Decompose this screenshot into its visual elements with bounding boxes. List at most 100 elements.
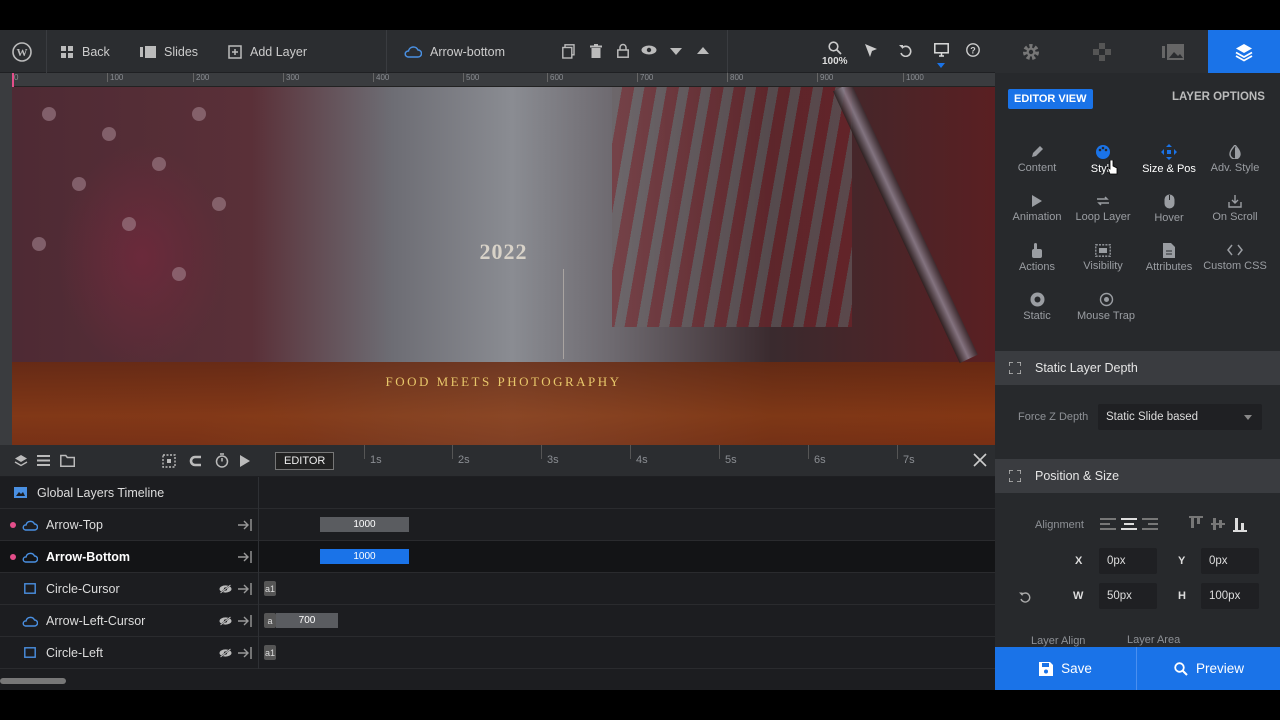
horizontal-scrollbar[interactable]: [0, 678, 66, 684]
polka-dot: [152, 157, 166, 171]
editor-view-button[interactable]: EDITOR VIEW: [1008, 89, 1093, 109]
layer-timing-bar[interactable]: 1000: [320, 517, 409, 532]
option-visibility[interactable]: Visibility: [1070, 240, 1136, 272]
option-actions[interactable]: Actions: [1004, 240, 1070, 273]
layer-row[interactable]: Circle-Cursor a1: [0, 573, 995, 605]
wordpress-logo-button[interactable]: W: [12, 30, 32, 73]
collapse-arrow-icon[interactable]: [238, 583, 252, 595]
layer-timing-bar[interactable]: 1000: [320, 549, 409, 564]
collapse-arrow-icon[interactable]: [238, 615, 252, 627]
section-position-size[interactable]: Position & Size: [995, 459, 1280, 493]
chevron-down-icon: [1244, 415, 1252, 420]
close-icon[interactable]: [972, 452, 988, 468]
desktop-icon[interactable]: [934, 43, 949, 57]
eye-off-icon[interactable]: [219, 648, 232, 658]
align-right-icon[interactable]: [1142, 518, 1158, 530]
select-area-icon[interactable]: [162, 454, 176, 468]
layer-name: Circle-Cursor: [46, 582, 120, 596]
arrow-up-icon[interactable]: [697, 47, 709, 54]
tab-slide[interactable]: [1137, 30, 1208, 73]
save-label: Save: [1061, 661, 1092, 676]
tab-navigation[interactable]: [1066, 30, 1137, 73]
slide-tagline[interactable]: FOOD MEETS PHOTOGRAPHY: [12, 374, 995, 390]
option-label: On Scroll: [1212, 211, 1258, 223]
polka-dot: [212, 197, 226, 211]
undo-icon[interactable]: [899, 43, 913, 57]
trash-icon[interactable]: [590, 44, 602, 58]
force-z-select[interactable]: Static Slide based: [1098, 404, 1262, 430]
eye-off-icon[interactable]: [219, 584, 232, 594]
layer-timing-bar[interactable]: 700: [276, 613, 338, 628]
collapse-arrow-icon[interactable]: [238, 647, 252, 659]
add-layer-button[interactable]: Add Layer: [228, 30, 307, 73]
w-input[interactable]: 50px: [1099, 583, 1157, 609]
mouse-cursor-icon: [1106, 159, 1119, 179]
editor-badge[interactable]: EDITOR: [275, 452, 335, 470]
divider-line[interactable]: [563, 269, 564, 359]
align-center-icon[interactable]: [1121, 518, 1137, 530]
option-adv-style[interactable]: Adv. Style: [1202, 142, 1268, 174]
tab-settings[interactable]: [995, 30, 1066, 73]
option-mouse-trap[interactable]: Mouse Trap: [1073, 289, 1139, 322]
cursor-icon[interactable]: [865, 44, 877, 58]
y-label: Y: [1178, 555, 1186, 567]
polka-dot: [192, 107, 206, 121]
save-button[interactable]: Save: [995, 647, 1137, 690]
option-size-pos[interactable]: Size & Pos: [1136, 142, 1202, 175]
section-static-depth[interactable]: Static Layer Depth: [995, 351, 1280, 385]
folder-icon[interactable]: [60, 454, 75, 467]
collapse-arrow-icon[interactable]: [238, 551, 252, 563]
layer-row[interactable]: Arrow-Left-Cursor a 700: [0, 605, 995, 637]
eye-icon[interactable]: [641, 45, 657, 55]
align-left-icon[interactable]: [1100, 518, 1116, 530]
magnet-icon[interactable]: [189, 454, 203, 468]
option-style[interactable]: Style: [1070, 142, 1136, 175]
h-input[interactable]: 100px: [1201, 583, 1259, 609]
option-label: Loop Layer: [1075, 211, 1131, 223]
current-layer-selector[interactable]: Arrow-bottom: [404, 30, 505, 73]
reset-icon[interactable]: [1019, 591, 1031, 603]
lock-icon[interactable]: [617, 43, 629, 58]
layer-row[interactable]: Arrow-Top 1000: [0, 509, 995, 541]
stopwatch-icon[interactable]: [215, 453, 229, 468]
preview-button[interactable]: Preview: [1138, 647, 1280, 690]
slide-canvas[interactable]: 2022 FOOD MEETS PHOTOGRAPHY: [12, 87, 995, 445]
back-button[interactable]: Back: [60, 30, 110, 73]
tab-layers[interactable]: [1208, 30, 1280, 73]
play-icon[interactable]: [240, 455, 250, 467]
align-middle-icon[interactable]: [1211, 516, 1225, 532]
palette-icon: [1070, 142, 1136, 162]
align-bottom-icon[interactable]: [1233, 516, 1247, 532]
option-on-scroll[interactable]: On Scroll: [1202, 191, 1268, 223]
x-input[interactable]: 0px: [1099, 548, 1157, 574]
option-static[interactable]: Static: [1004, 289, 1070, 322]
slide-year[interactable]: 2022: [12, 239, 995, 265]
option-animation[interactable]: Animation: [1004, 191, 1070, 223]
keyframe-marker[interactable]: a1: [264, 645, 276, 660]
arrow-down-icon[interactable]: [670, 48, 682, 55]
layer-options-title: LAYER OPTIONS: [1172, 91, 1265, 103]
list-icon[interactable]: [37, 455, 50, 466]
zoom-icon[interactable]: [828, 41, 842, 55]
layer-row[interactable]: Circle-Left a1: [0, 637, 995, 669]
option-loop-layer[interactable]: Loop Layer: [1070, 191, 1136, 223]
keyframe-marker[interactable]: a1: [264, 581, 276, 596]
keyframe-marker[interactable]: a: [264, 613, 276, 628]
option-content[interactable]: Content: [1004, 142, 1070, 174]
eye-off-icon[interactable]: [219, 616, 232, 626]
collapse-arrow-icon[interactable]: [238, 519, 252, 531]
y-input[interactable]: 0px: [1201, 548, 1259, 574]
global-layers-row[interactable]: Global Layers Timeline: [0, 477, 995, 509]
timeline-second: 7s: [897, 445, 915, 466]
option-custom-css[interactable]: Custom CSS: [1202, 240, 1268, 272]
layer-row-selected[interactable]: Arrow-Bottom 1000: [0, 541, 995, 573]
ruler-tick: 600: [546, 73, 564, 82]
option-attributes[interactable]: Attributes: [1136, 240, 1202, 273]
layers-stack-icon[interactable]: [14, 454, 28, 468]
timeline-second: 5s: [719, 445, 737, 466]
align-top-icon[interactable]: [1189, 516, 1203, 532]
help-icon[interactable]: ?: [966, 43, 980, 57]
slides-button[interactable]: Slides: [140, 30, 198, 73]
option-hover[interactable]: Hover: [1136, 191, 1202, 224]
duplicate-icon[interactable]: [562, 44, 575, 59]
